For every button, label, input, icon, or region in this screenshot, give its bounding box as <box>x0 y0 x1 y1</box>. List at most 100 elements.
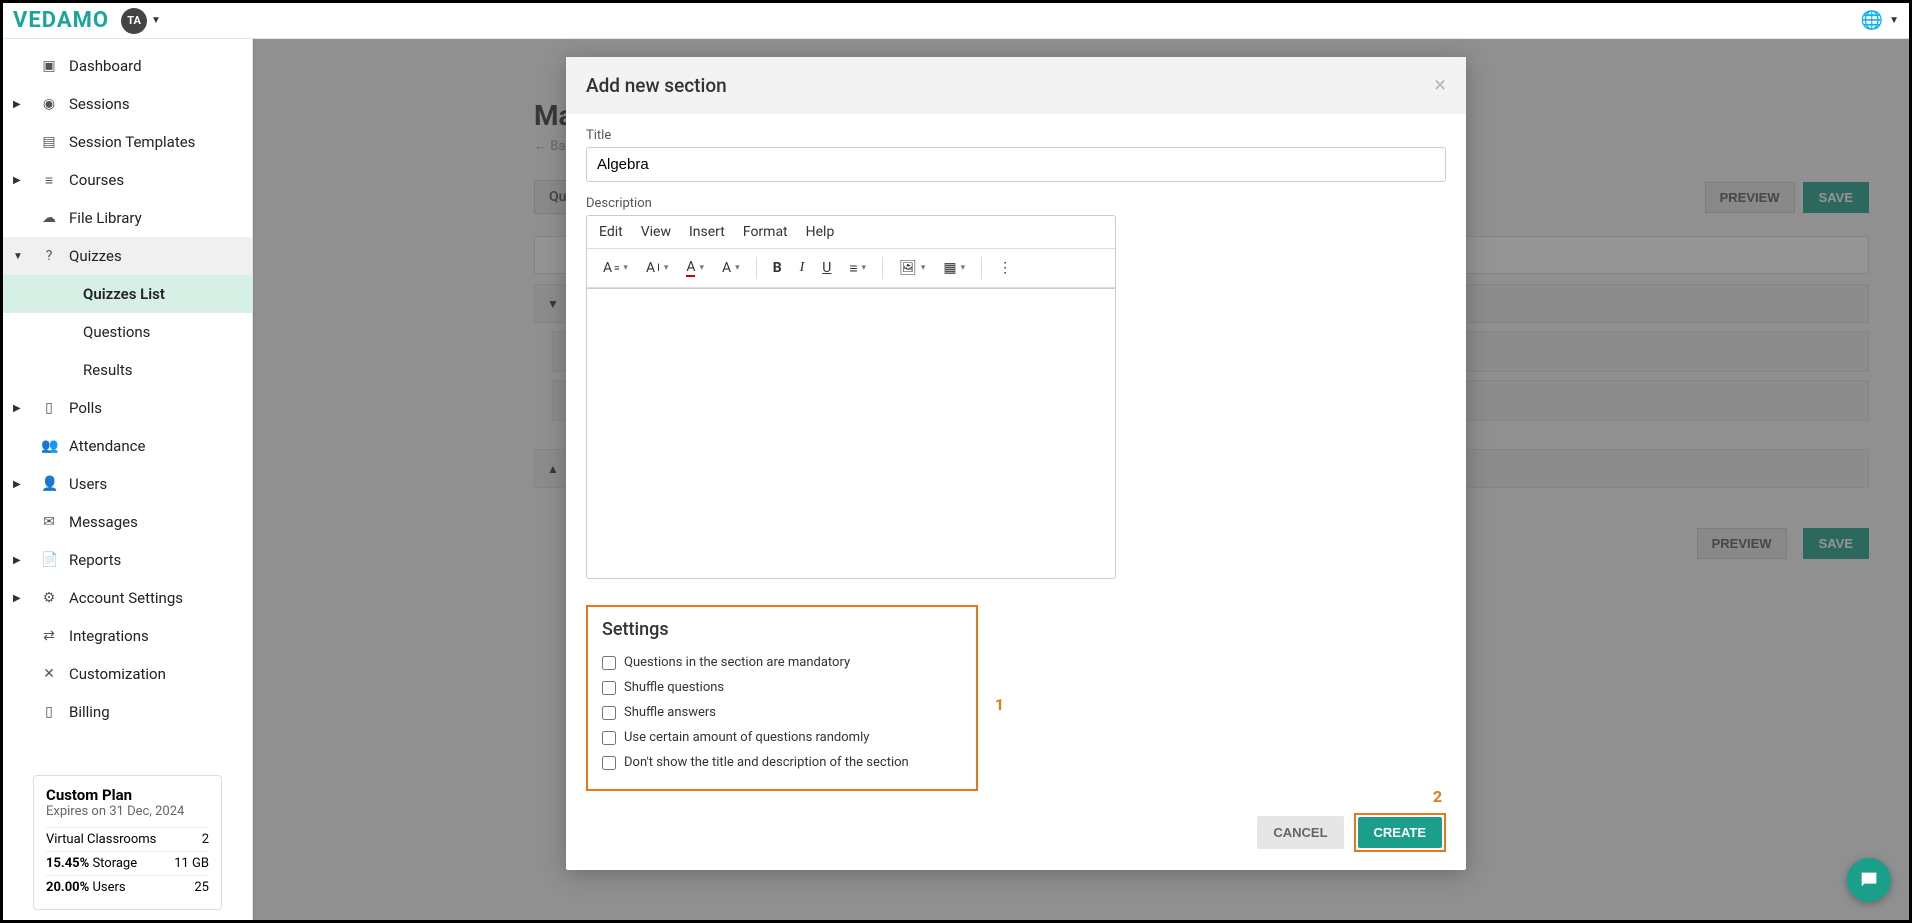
sidebar-label: Sessions <box>69 95 130 113</box>
sidebar-subitem-quizzes-list[interactable]: Quizzes List <box>3 275 252 313</box>
sidebar-subitem-results[interactable]: Results <box>3 351 252 389</box>
sidebar-label: Reports <box>69 551 121 569</box>
quizzes-icon: ? <box>41 248 57 264</box>
text-color-icon[interactable]: A▾ <box>680 255 710 281</box>
more-icon[interactable]: ⋮ <box>992 256 1018 280</box>
messages-icon: ✉ <box>41 514 57 530</box>
sidebar-item-dashboard[interactable]: ▣ Dashboard <box>3 47 252 85</box>
image-icon[interactable]: 🖼▾ <box>893 256 931 280</box>
sidebar-label: Dashboard <box>69 57 142 75</box>
annotation-1: 1 <box>995 695 1004 714</box>
sidebar-label: Billing <box>69 703 110 721</box>
description-label: Description <box>586 196 1446 211</box>
plan-card: Custom Plan Expires on 31 Dec, 2024 Virt… <box>33 775 222 910</box>
sidebar-item-reports[interactable]: ▶ 📄 Reports <box>3 541 252 579</box>
avatar[interactable]: TA <box>121 8 147 34</box>
caret-icon: ▶ <box>13 555 21 566</box>
polls-icon: ▯ <box>41 400 57 416</box>
sidebar-label: Polls <box>69 399 102 417</box>
sidebar-label: Messages <box>69 513 138 531</box>
separator <box>981 257 982 279</box>
cloud-icon: ☁ <box>41 210 57 226</box>
sidebar-label: Users <box>69 475 107 493</box>
create-button[interactable]: CREATE <box>1358 817 1442 848</box>
sidebar-item-polls[interactable]: ▶ ▯ Polls <box>3 389 252 427</box>
topbar: VEDAMO TA ▼ 🌐 ▼ <box>3 3 1909 39</box>
sidebar-item-session-templates[interactable]: ▤ Session Templates <box>3 123 252 161</box>
dashboard-icon: ▣ <box>41 58 57 74</box>
separator <box>756 257 757 279</box>
section-title-input[interactable] <box>586 147 1446 182</box>
menu-view[interactable]: View <box>641 224 671 240</box>
logo: VEDAMO <box>13 8 109 33</box>
caret-icon: ▶ <box>13 175 21 186</box>
setting-shuffle-answers[interactable]: Shuffle answers <box>602 700 962 725</box>
description-editor[interactable] <box>586 289 1116 579</box>
checkbox[interactable] <box>602 706 616 720</box>
gear-icon: ⚙ <box>41 590 57 606</box>
menu-format[interactable]: Format <box>743 224 788 240</box>
sidebar: ▣ Dashboard ▶ ◉ Sessions ▤ Session Templ… <box>3 39 253 920</box>
globe-icon[interactable]: 🌐 <box>1861 10 1883 31</box>
sidebar-item-courses[interactable]: ▶ ≡ Courses <box>3 161 252 199</box>
settings-title: Settings <box>602 619 962 640</box>
plan-title: Custom Plan <box>46 786 209 804</box>
font-family-icon[interactable]: A≡▾ <box>597 256 634 280</box>
sidebar-item-billing[interactable]: ▯ Billing <box>3 693 252 731</box>
sidebar-item-integrations[interactable]: ⇄ Integrations <box>3 617 252 655</box>
sidebar-item-file-library[interactable]: ☁ File Library <box>3 199 252 237</box>
highlight-icon[interactable]: A▾ <box>716 256 746 280</box>
align-icon[interactable]: ≡▾ <box>843 256 872 281</box>
avatar-caret-icon[interactable]: ▼ <box>151 15 161 26</box>
checkbox[interactable] <box>602 756 616 770</box>
sidebar-label: Courses <box>69 171 124 189</box>
checkbox[interactable] <box>602 731 616 745</box>
sidebar-item-users[interactable]: ▶ 👤 Users <box>3 465 252 503</box>
sidebar-label: Session Templates <box>69 133 195 151</box>
sidebar-label: Integrations <box>69 627 149 645</box>
plan-expiry: Expires on 31 Dec, 2024 <box>46 804 209 819</box>
table-icon[interactable]: ▦▾ <box>937 256 971 280</box>
setting-random-amount[interactable]: Use certain amount of questions randomly <box>602 725 962 750</box>
checkbox[interactable] <box>602 681 616 695</box>
plan-row: 20.00% Users 25 <box>46 875 209 899</box>
setting-hide-title[interactable]: Don't show the title and description of … <box>602 750 962 775</box>
sidebar-item-attendance[interactable]: 👥 Attendance <box>3 427 252 465</box>
caret-down-icon: ▼ <box>13 251 23 262</box>
sidebar-label: File Library <box>69 209 142 227</box>
reports-icon: 📄 <box>41 552 57 568</box>
cancel-button[interactable]: CANCEL <box>1257 816 1343 849</box>
add-section-modal: Add new section × Title Description Edit… <box>566 57 1466 870</box>
italic-icon[interactable]: I <box>794 256 811 280</box>
sidebar-item-sessions[interactable]: ▶ ◉ Sessions <box>3 85 252 123</box>
modal-header: Add new section × <box>566 57 1466 114</box>
menu-insert[interactable]: Insert <box>689 224 725 240</box>
caret-icon: ▶ <box>13 403 21 414</box>
courses-icon: ≡ <box>41 172 57 189</box>
lang-caret-icon[interactable]: ▼ <box>1889 15 1899 26</box>
sidebar-item-quizzes[interactable]: ▼ ? Quizzes <box>3 237 252 275</box>
sidebar-item-account-settings[interactable]: ▶ ⚙ Account Settings <box>3 579 252 617</box>
checkbox[interactable] <box>602 656 616 670</box>
annotation-2: 2 <box>1433 787 1442 806</box>
close-icon[interactable]: × <box>1434 73 1446 98</box>
font-size-icon[interactable]: AI▾ <box>640 256 674 280</box>
sidebar-item-messages[interactable]: ✉ Messages <box>3 503 252 541</box>
menu-help[interactable]: Help <box>806 224 835 240</box>
help-chat-icon[interactable] <box>1847 858 1891 902</box>
bold-icon[interactable]: B <box>767 256 788 280</box>
sidebar-item-customization[interactable]: ✕ Customization <box>3 655 252 693</box>
underline-icon[interactable]: U <box>816 256 837 280</box>
settings-block: Settings Questions in the section are ma… <box>586 605 978 791</box>
modal-title: Add new section <box>586 74 727 97</box>
setting-shuffle-questions[interactable]: Shuffle questions <box>602 675 962 700</box>
sidebar-subitem-questions[interactable]: Questions <box>3 313 252 351</box>
users-icon: 👤 <box>41 476 57 492</box>
sidebar-label: Attendance <box>69 437 145 455</box>
editor-menubar-toolbar: Edit View Insert Format Help A≡▾ AI▾ A▾ … <box>586 215 1116 289</box>
sidebar-label: Account Settings <box>69 589 183 607</box>
caret-icon: ▶ <box>13 479 21 490</box>
menu-edit[interactable]: Edit <box>599 224 623 240</box>
setting-mandatory[interactable]: Questions in the section are mandatory <box>602 650 962 675</box>
create-button-highlight: CREATE <box>1354 813 1446 852</box>
